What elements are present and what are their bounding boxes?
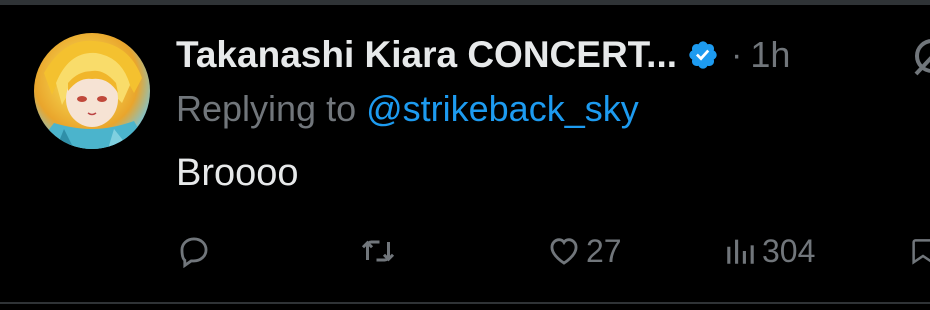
like-count: 27 — [586, 232, 622, 269]
author-name[interactable]: Takanashi Kiara CONCERT... — [176, 34, 677, 76]
reply-button[interactable] — [177, 228, 211, 274]
tweet-text: Broooo — [176, 152, 299, 194]
views-button[interactable]: 304 — [722, 228, 815, 274]
top-divider — [0, 0, 930, 5]
avatar-image — [34, 40, 150, 149]
tweet-header: Takanashi Kiara CONCERT... · 1h — [176, 30, 790, 80]
heart-icon — [546, 234, 582, 268]
reply-icon — [177, 234, 211, 268]
bottom-divider — [0, 302, 930, 304]
grok-icon[interactable] — [912, 34, 930, 78]
replying-prefix: Replying to — [176, 88, 367, 129]
retweet-button[interactable] — [358, 228, 398, 274]
views-count: 304 — [762, 232, 816, 269]
avatar[interactable] — [34, 33, 150, 149]
header-separator: · — [731, 35, 743, 74]
timestamp[interactable]: 1h — [750, 34, 790, 76]
like-button[interactable]: 27 — [546, 228, 622, 274]
replying-handle-link[interactable]: @strikeback_sky — [366, 88, 639, 129]
views-icon — [722, 234, 758, 268]
bookmark-icon — [908, 233, 930, 269]
retweet-icon — [358, 233, 398, 269]
verified-badge-icon — [687, 39, 719, 71]
bookmark-button[interactable] — [908, 228, 930, 274]
replying-to: Replying to @strikeback_sky — [176, 88, 639, 130]
